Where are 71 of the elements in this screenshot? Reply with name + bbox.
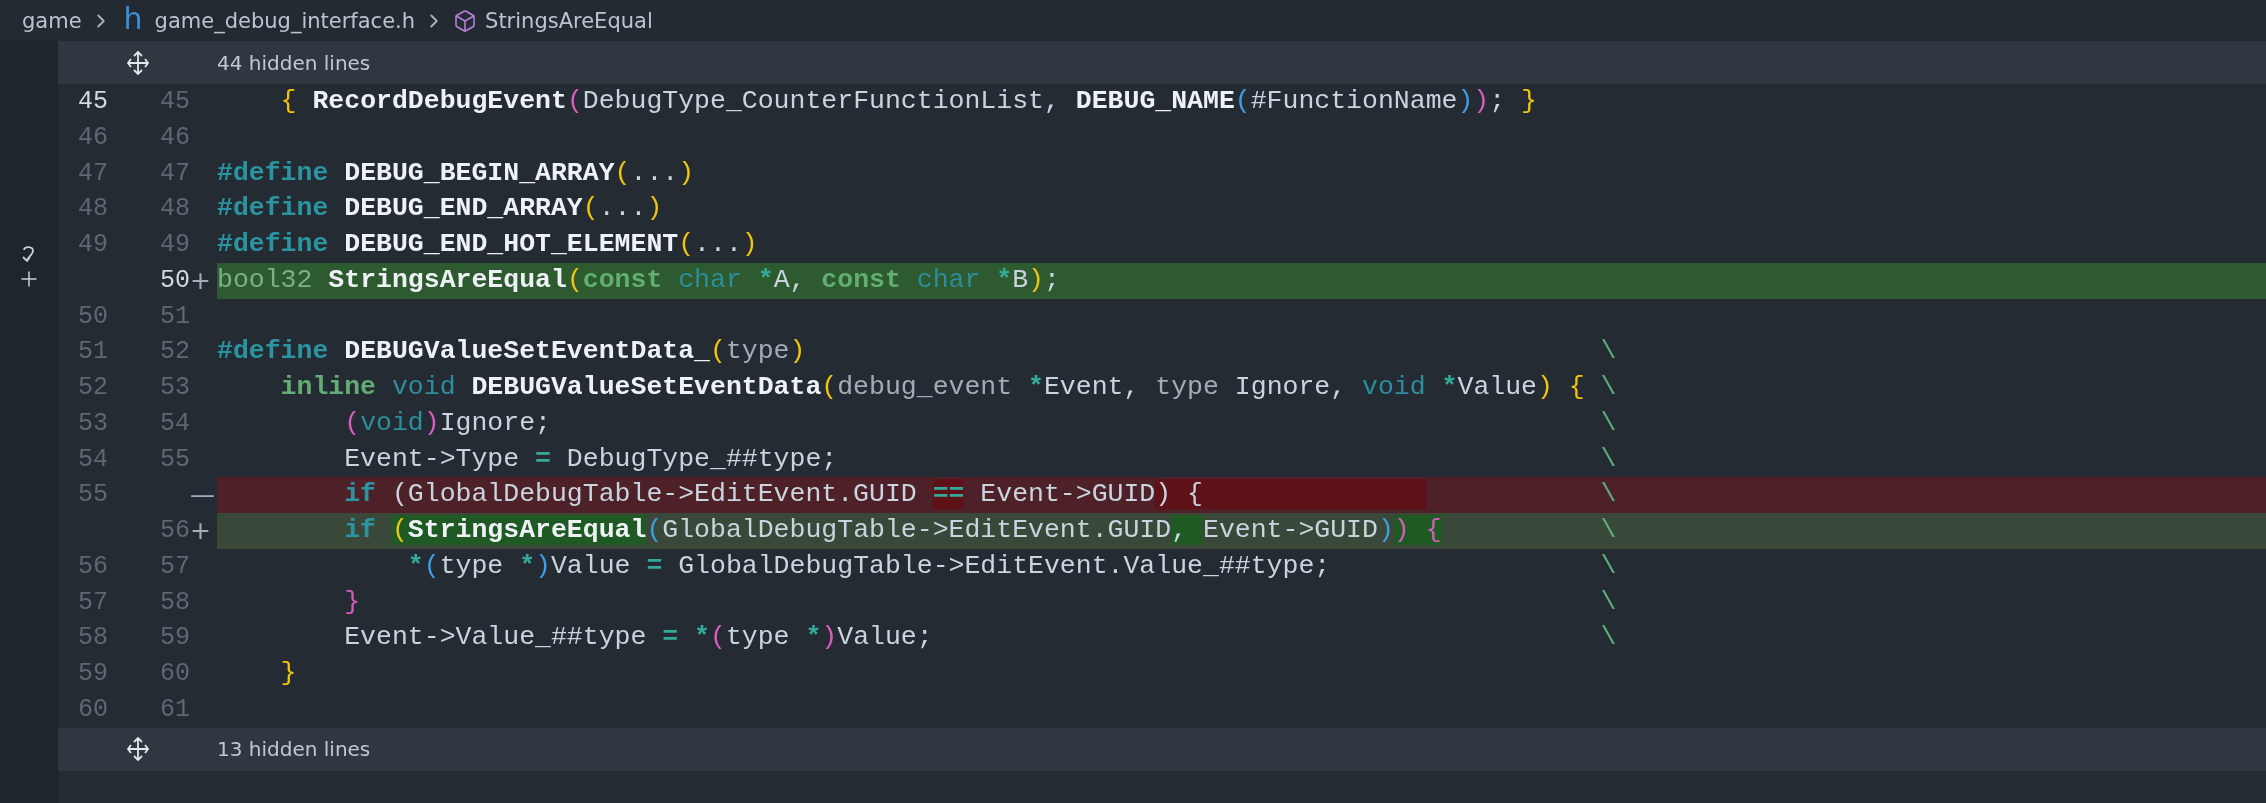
line-number: 46	[159, 121, 190, 154]
code-line: { RecordDebugEvent(DebugType_CounterFunctionList, DEBUG_NAME(#FunctionName)); }	[279, 85, 1538, 118]
line-continuation: \	[1600, 514, 1617, 547]
line-number: 54	[77, 443, 108, 476]
line-number: 53	[159, 372, 190, 404]
code-line: bool32 StringsAreEqual(const char *A, const char *B);	[217, 263, 1061, 297]
line-continuation: \	[1600, 585, 1617, 619]
code-line: if (StringsAreEqual(GlobalDebugTable->EditEvent.GUID, Event->GUID)) {	[343, 514, 1443, 547]
line-number: 59	[77, 658, 108, 690]
line-number: 56	[159, 515, 190, 547]
diff-marker: +	[190, 264, 212, 297]
line-continuation: \	[1600, 621, 1617, 655]
line-number: 61	[159, 693, 190, 726]
unfold-icon[interactable]	[124, 736, 151, 762]
line-number: 57	[77, 586, 108, 619]
line-number: 47	[159, 157, 190, 190]
line-number: 60	[159, 658, 190, 690]
line-number: 47	[77, 157, 108, 190]
code-line: if (GlobalDebugTable->EditEvent.GUID == Event->GUID) {	[217, 477, 1601, 513]
line-continuation: \	[1600, 406, 1617, 440]
line-number: 55	[159, 443, 190, 476]
line-number: 52	[159, 336, 190, 369]
line-number: 57	[159, 550, 190, 583]
code-line: }	[343, 585, 362, 619]
line-number: 53	[77, 407, 108, 440]
code-line: }	[279, 657, 298, 690]
line-number: 51	[159, 300, 190, 333]
line-number: 59	[159, 622, 190, 655]
line-continuation: \	[1600, 549, 1617, 583]
code-line: #define DEBUGValueSetEventData_(type)	[217, 335, 807, 369]
diff-marker: —	[190, 479, 216, 512]
line-number: 48	[77, 193, 108, 226]
line-continuation: \	[1600, 371, 1617, 404]
line-continuation: \	[1600, 478, 1617, 512]
line-number: 51	[77, 336, 108, 369]
line-number: 50	[77, 300, 108, 333]
line-number: 58	[159, 586, 190, 619]
hidden-lines-bar[interactable]: 13 hidden lines	[58, 727, 2266, 771]
code-line: inline void DEBUGValueSetEventData(debug_event *Event, type Ignore, void *Value) {	[279, 371, 1586, 404]
line-number: 54	[159, 407, 190, 440]
line-number: 45	[159, 86, 190, 118]
hidden-lines-bar[interactable]: 44 hidden lines	[58, 41, 2266, 84]
diff-marker: +	[190, 515, 212, 547]
unfold-icon[interactable]	[124, 49, 151, 76]
line-number: 56	[77, 550, 108, 583]
code-line: *(type *)Value = GlobalDebugTable->EditEvent.Value_##type;	[406, 549, 1332, 583]
line-number: 49	[77, 229, 108, 261]
line-number: 58	[77, 622, 108, 655]
cube-icon	[453, 8, 478, 33]
code-line: Event->Type = DebugType_##type;	[343, 442, 839, 476]
hidden-lines-label: 13 hidden lines	[217, 737, 371, 761]
code-line: (void)Ignore;	[343, 406, 552, 440]
line-number: 60	[77, 693, 108, 726]
code-line: Event->Value_##type = *(type *)Value;	[343, 621, 934, 655]
line-number: 46	[77, 121, 108, 154]
line-number: 52	[77, 372, 108, 404]
line-number: 50	[159, 264, 190, 297]
code-line: #define DEBUG_END_HOT_ELEMENT(...)	[217, 228, 759, 261]
file-type-icon: h	[123, 3, 143, 34]
breadcrumb-item[interactable]: game	[22, 8, 82, 33]
breadcrumb-item[interactable]: game_debug_interface.h	[154, 8, 416, 33]
line-number: 49	[159, 229, 190, 261]
line-number: 48	[159, 193, 190, 226]
code-line: #define DEBUG_END_ARRAY(...)	[217, 192, 664, 226]
line-number: 45	[77, 86, 108, 118]
hidden-lines-label: 44 hidden lines	[217, 50, 371, 75]
breadcrumb-item[interactable]: StringsAreEqual	[485, 8, 653, 33]
line-continuation: \	[1600, 335, 1617, 369]
code-line: #define DEBUG_BEGIN_ARRAY(...)	[217, 156, 696, 190]
line-continuation: \	[1600, 442, 1617, 476]
line-number: 55	[77, 479, 108, 512]
